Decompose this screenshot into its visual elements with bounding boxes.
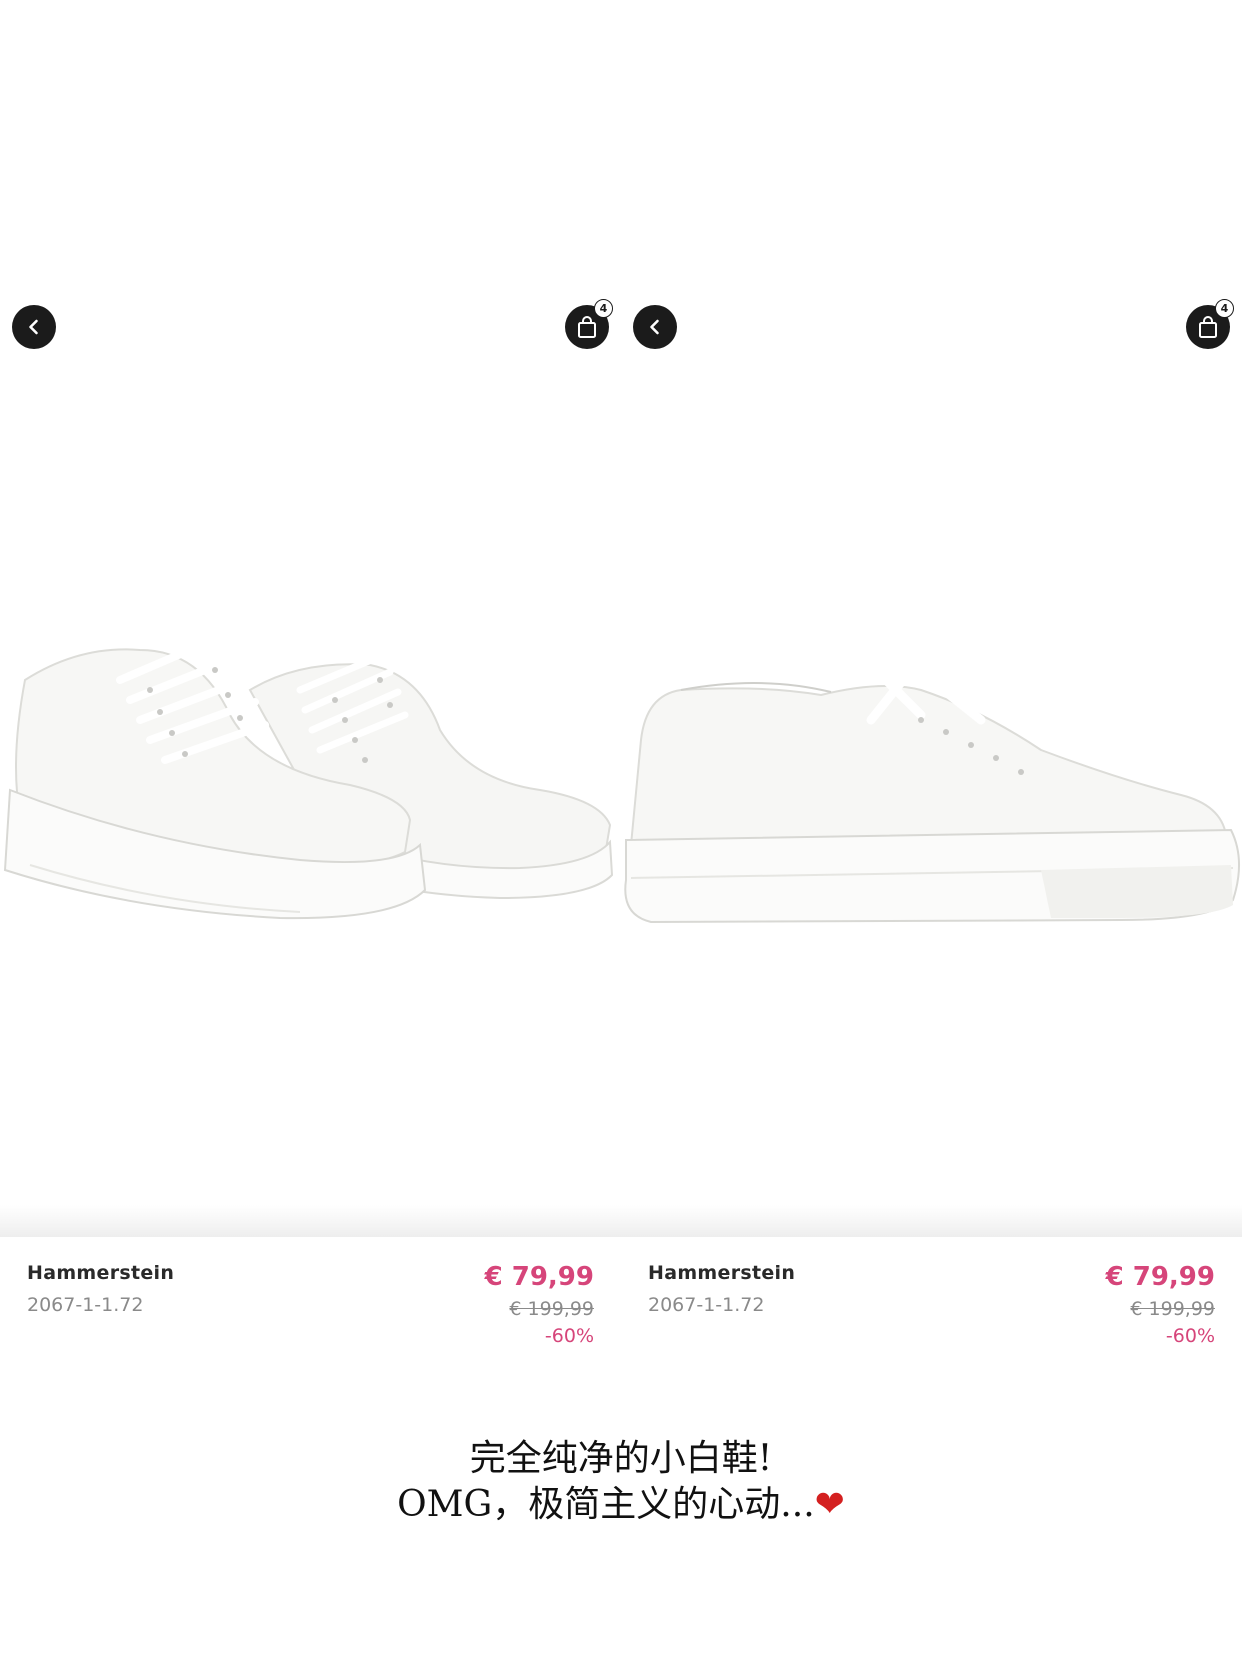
- product-info-left[interactable]: Hammerstein 2067-1-1.72 € 79,99 € 199,99…: [0, 1262, 621, 1352]
- post-caption: 完全纯净的小白鞋! OMG，极简主义的心动...❤: [0, 1436, 1242, 1528]
- caption-line-2: OMG，极简主义的心动...❤: [0, 1482, 1242, 1528]
- shopping-bag-icon: [578, 316, 596, 338]
- product-panel-right: 4: [621, 0, 1242, 1400]
- product-discount: -60%: [544, 1325, 594, 1347]
- product-brand: Hammerstein: [27, 1262, 175, 1284]
- product-info-right[interactable]: Hammerstein 2067-1-1.72 € 79,99 € 199,99…: [621, 1262, 1242, 1352]
- back-button[interactable]: [12, 305, 56, 349]
- shopping-bag-icon: [1199, 316, 1217, 338]
- product-discount: -60%: [1165, 1325, 1215, 1347]
- back-button[interactable]: [633, 305, 677, 349]
- cart-button[interactable]: 4: [565, 299, 613, 349]
- product-old-price: € 199,99: [1130, 1298, 1215, 1320]
- cart-count-badge: 4: [594, 299, 613, 318]
- back-arrow-icon: [650, 319, 659, 335]
- product-price: € 79,99: [1105, 1262, 1215, 1292]
- caption-line-2-text: OMG，极简主义的心动...: [397, 1484, 815, 1525]
- product-old-price: € 199,99: [509, 1298, 594, 1320]
- product-price: € 79,99: [484, 1262, 594, 1292]
- product-brand: Hammerstein: [648, 1262, 796, 1284]
- image-bottom-divider: [0, 1205, 1242, 1237]
- product-image-side: [624, 655, 1241, 924]
- cart-button[interactable]: 4: [1186, 299, 1234, 349]
- back-arrow-icon: [29, 319, 38, 335]
- product-sku: 2067-1-1.72: [27, 1294, 144, 1316]
- cart-count-badge: 4: [1215, 299, 1234, 318]
- product-sku: 2067-1-1.72: [648, 1294, 765, 1316]
- caption-line-1: 完全纯净的小白鞋!: [469, 1438, 773, 1479]
- shoe-side: [624, 655, 1241, 924]
- product-image-pair: [3, 631, 614, 920]
- heart-icon: ❤: [814, 1484, 845, 1525]
- product-panel-left: 4: [0, 0, 621, 1400]
